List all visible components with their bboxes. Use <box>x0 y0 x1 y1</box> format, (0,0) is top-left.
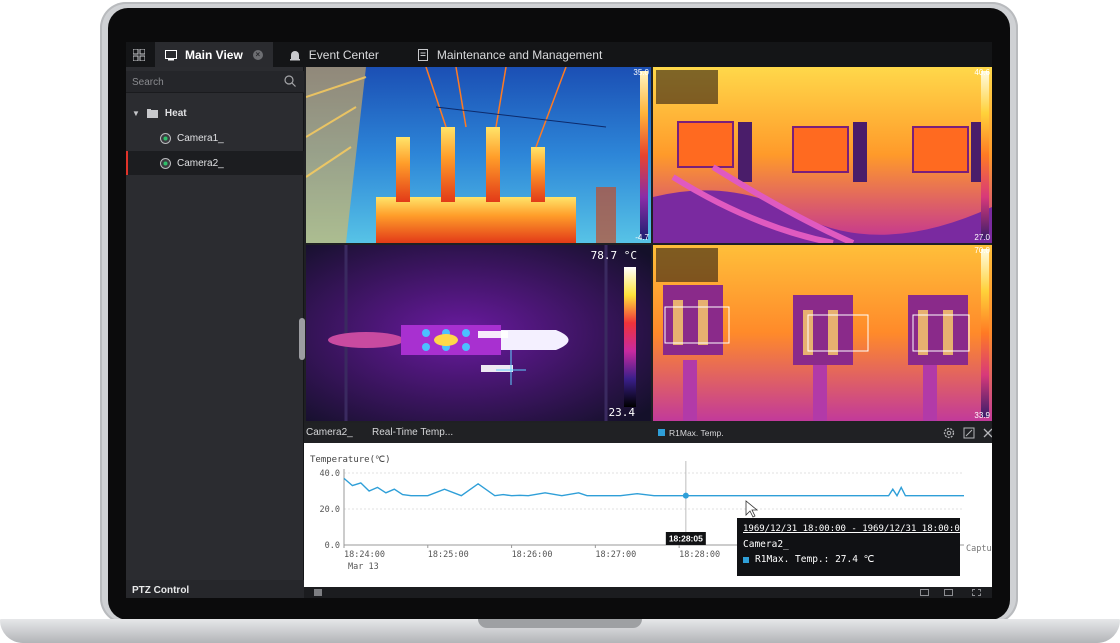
temperature-chart: Temperature(℃) 40.0 20.0 0.0 18:24:00 18:25… <box>304 443 992 598</box>
scale-min-label: 23.4 <box>608 406 636 419</box>
search-box <box>126 71 304 93</box>
chart-tooltip: 1969/12/31 18:00:00 - 1969/12/31 18:00:0… <box>737 518 966 576</box>
fullscreen-icon[interactable] <box>972 589 981 596</box>
y-tick-label: 20.0 <box>320 505 340 515</box>
scale-min-label: 27.0 <box>974 233 990 242</box>
camera-label: Camera2_ <box>177 157 224 169</box>
tree-camera-2[interactable]: Camera2_ <box>126 151 304 175</box>
camera-icon <box>160 132 171 144</box>
scale-min-label: 33.9 <box>974 411 990 420</box>
tooltip-value-row: R1Max. Temp.: 27.4 ℃ <box>743 554 954 565</box>
cursor-time-badge: 18:28:05 <box>665 532 706 545</box>
search-icon[interactable] <box>284 75 296 87</box>
monitor-icon <box>165 49 177 60</box>
thermal-image <box>306 245 651 421</box>
tooltip-camera: Camera2_ <box>743 539 789 550</box>
legend-swatch <box>658 429 665 436</box>
tree-camera-1[interactable]: Camera1_ <box>126 126 304 150</box>
layout-icon[interactable] <box>920 589 929 596</box>
scale-min-label: -4.7 <box>635 233 649 242</box>
series-line <box>343 477 964 498</box>
scale-max-label: 40.6 <box>974 68 990 77</box>
x-tick-label: 18:25:00 <box>428 550 469 560</box>
video-tile-top-left[interactable]: 35.0 -4.7 <box>306 67 651 243</box>
close-icon[interactable] <box>983 428 992 438</box>
x-tick-label: 18:27:00 <box>595 550 636 560</box>
thermal-image <box>653 245 992 421</box>
collapse-handle[interactable] <box>299 318 305 360</box>
panel-camera-label: Camera2_ <box>306 427 353 438</box>
mouse-pointer-icon <box>745 500 759 518</box>
bottom-toolbar <box>304 587 992 598</box>
right-truncated-label: Captu <box>966 544 992 554</box>
scale-max-label: 78.7 °C <box>590 249 637 262</box>
tooltip-value: R1Max. Temp.: 27.4 ℃ <box>755 554 875 565</box>
legend-label: R1Max. Temp. <box>669 428 724 438</box>
video-tile-bottom-left[interactable]: 78.7 °C 23.4 <box>306 245 651 421</box>
search-input[interactable] <box>132 73 272 91</box>
expand-arrow-icon[interactable]: ▼ <box>132 109 140 118</box>
scale-max-label: 35.0 <box>633 68 649 77</box>
settings-icon[interactable] <box>943 427 955 439</box>
tab-label: Event Center <box>308 47 379 62</box>
sidebar: ▼ Heat Camera1_ Camera2_ PTZ Control <box>126 67 304 598</box>
tree-group-heat[interactable]: ▼ Heat <box>126 101 304 125</box>
group-label: Heat <box>164 107 187 119</box>
x-tick-label: 18:26:00 <box>512 550 553 560</box>
folder-icon <box>146 108 158 118</box>
panel-mode-label[interactable]: Real-Time Temp... <box>372 427 453 438</box>
laptop-notch <box>478 619 642 628</box>
tab-bar: Main View × Event Center Maintenance and… <box>126 42 992 67</box>
y-tick-label: 40.0 <box>320 469 340 479</box>
panel-header: Camera2_ Real-Time Temp... R1Max. Temp. <box>304 423 992 443</box>
x-tick-label: 18:24:00 <box>344 550 385 560</box>
x-axis-sublabel: Mar 13 <box>348 562 379 572</box>
ptz-control-header[interactable]: PTZ Control <box>126 580 304 598</box>
camera-label: Camera1_ <box>177 132 224 144</box>
camera-icon <box>160 157 171 169</box>
temperature-scale <box>981 249 989 417</box>
tab-maintenance[interactable]: Maintenance and Management <box>407 42 612 67</box>
alarm-icon <box>289 50 300 60</box>
scale-max-label: 70.0 <box>974 246 990 255</box>
temperature-scale <box>640 71 648 239</box>
tab-label: Main View <box>185 47 243 62</box>
tooltip-swatch <box>743 556 749 563</box>
window-icon[interactable] <box>944 589 953 596</box>
y-axis-label: Temperature(℃) <box>310 455 391 465</box>
tooltip-range: 1969/12/31 18:00:00 - 1969/12/31 18:00:0… <box>743 524 966 534</box>
screen: Main View × Event Center Maintenance and… <box>126 42 992 598</box>
tab-event-center[interactable]: Event Center <box>279 42 389 67</box>
tab-main-view[interactable]: Main View × <box>155 42 273 67</box>
y-tick-label: 0.0 <box>325 541 340 551</box>
cursor-dot <box>682 492 689 499</box>
thermal-image <box>306 67 651 243</box>
document-icon <box>417 48 428 61</box>
temperature-scale <box>624 267 636 407</box>
tab-label: Maintenance and Management <box>436 47 603 62</box>
video-tile-bottom-right[interactable]: 70.0 33.9 <box>653 245 992 421</box>
thermal-image <box>653 67 992 243</box>
close-icon[interactable]: × <box>252 49 263 60</box>
video-tile-top-right[interactable]: 40.6 27.0 <box>653 67 992 243</box>
apps-grid-icon[interactable] <box>126 42 151 67</box>
cursor-time-label: 18:28:05 <box>669 534 703 544</box>
export-icon[interactable] <box>963 427 975 439</box>
temperature-scale <box>981 71 989 239</box>
volume-icon[interactable] <box>314 589 322 596</box>
x-tick-label: 18:28:00 <box>679 550 720 560</box>
